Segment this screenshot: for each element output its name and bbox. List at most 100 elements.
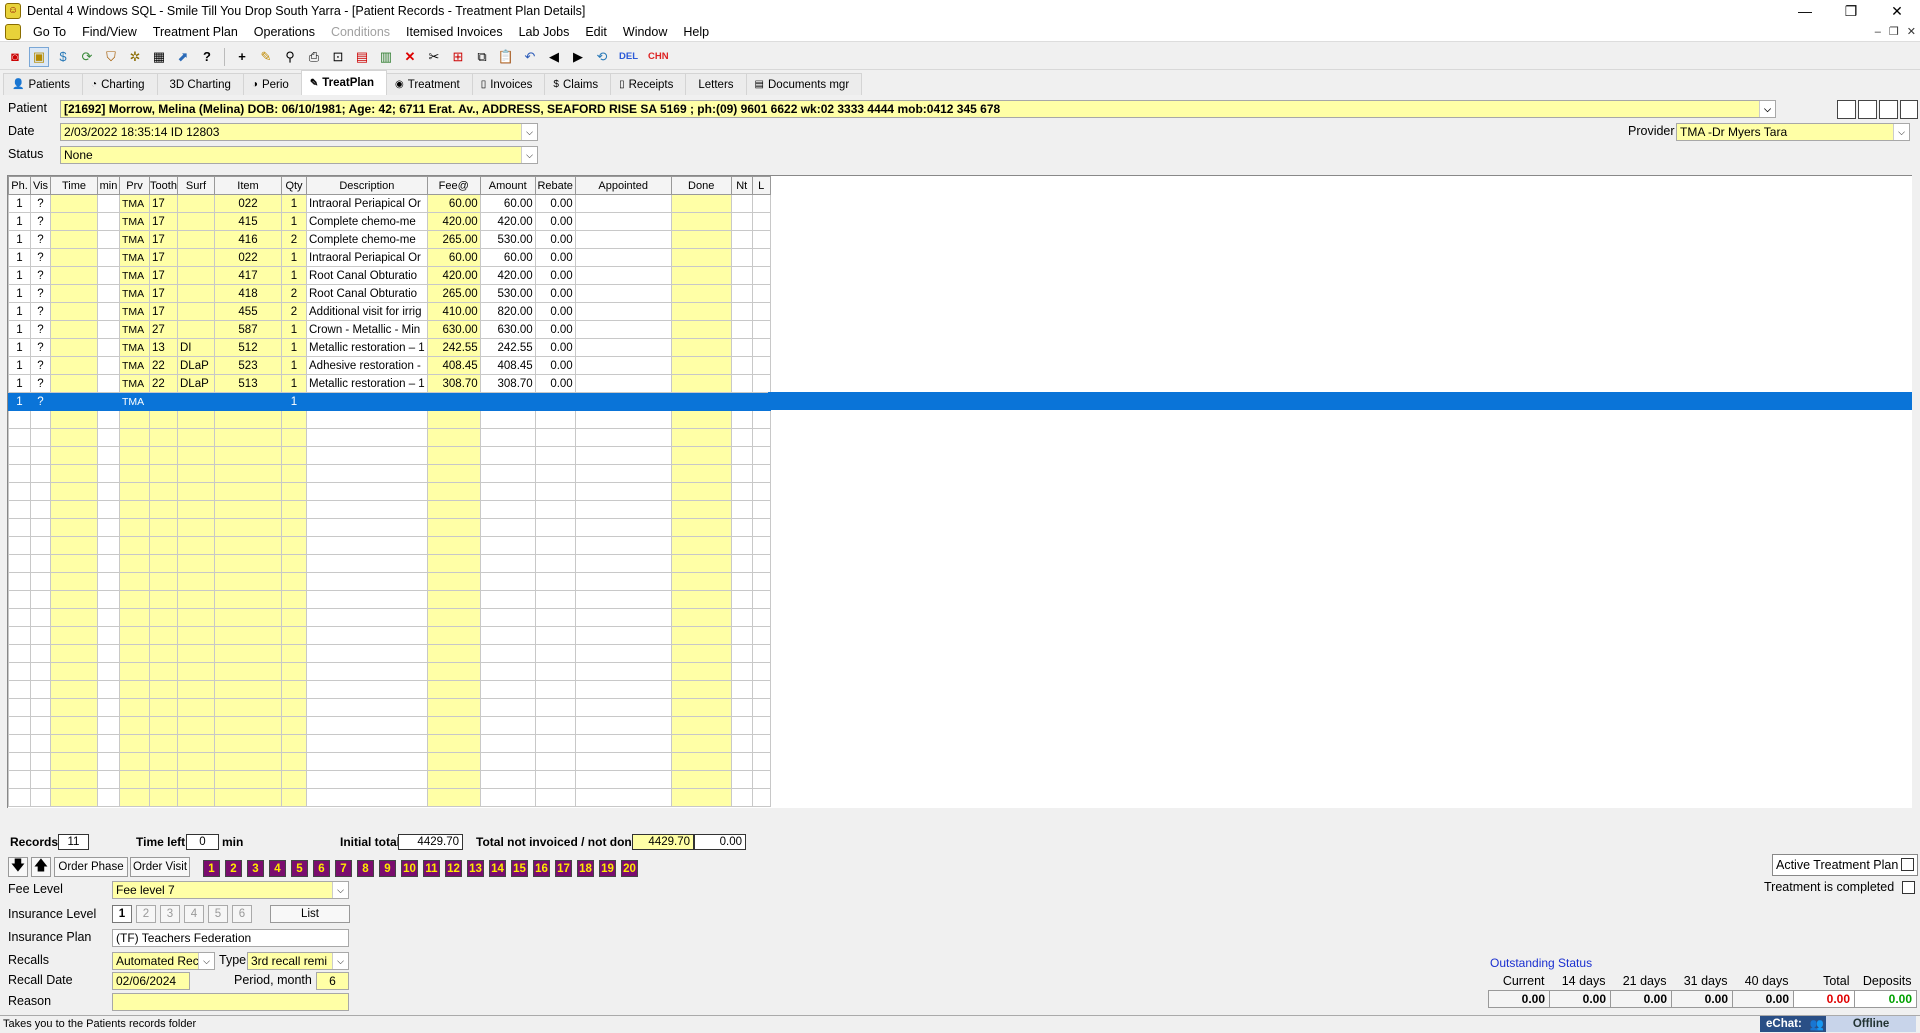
empty-cell[interactable]	[97, 752, 120, 771]
cell-item[interactable]: 523	[214, 356, 282, 375]
reason-field[interactable]	[112, 993, 349, 1011]
cell-time[interactable]	[50, 230, 98, 249]
empty-cell[interactable]	[149, 626, 178, 645]
cell-done[interactable]	[670, 230, 732, 249]
cell-rebate[interactable]: 0.00	[534, 356, 576, 375]
cell-done[interactable]	[670, 194, 732, 213]
gear-icon[interactable]: ✲	[125, 47, 145, 67]
empty-cell[interactable]	[149, 608, 178, 627]
cell-item[interactable]: 513	[214, 374, 282, 393]
empty-cell[interactable]	[30, 554, 51, 573]
empty-cell[interactable]	[426, 536, 481, 555]
empty-cell[interactable]	[534, 464, 576, 483]
exit-icon[interactable]: ◙	[5, 47, 25, 67]
empty-cell[interactable]	[8, 482, 31, 501]
empty-cell[interactable]	[149, 572, 178, 591]
visit-14-button[interactable]: 14	[489, 860, 506, 877]
empty-cell[interactable]	[730, 500, 753, 519]
cell-ph[interactable]: 1	[8, 212, 31, 231]
empty-cell[interactable]	[534, 716, 576, 735]
empty-cell[interactable]	[479, 554, 536, 573]
cell-qty[interactable]: 1	[281, 212, 307, 231]
cell-l[interactable]	[751, 284, 771, 303]
empty-cell[interactable]	[479, 752, 536, 771]
empty-cell[interactable]	[8, 500, 31, 519]
cell-item[interactable]: 022	[214, 248, 282, 267]
view-option-4-button[interactable]	[1900, 100, 1918, 119]
empty-cell[interactable]	[30, 590, 51, 609]
empty-cell[interactable]	[30, 662, 51, 681]
cell-rebate[interactable]	[534, 392, 576, 411]
empty-cell[interactable]	[534, 482, 576, 501]
date-field[interactable]: 2/03/2022 18:35:14 ID 12803 ⌵	[60, 123, 538, 141]
cell-min[interactable]	[97, 212, 120, 231]
empty-cell[interactable]	[50, 464, 98, 483]
empty-cell[interactable]	[534, 770, 576, 789]
empty-cell[interactable]	[281, 734, 307, 753]
empty-cell[interactable]	[479, 734, 536, 753]
empty-cell[interactable]	[670, 482, 732, 501]
fee-level-select[interactable]: Fee level 7 ⌵	[112, 881, 349, 899]
cell-time[interactable]	[50, 266, 98, 285]
empty-row[interactable]	[8, 428, 771, 447]
cell-description[interactable]: Metallic restoration – 1	[306, 374, 428, 393]
chevron-down-icon[interactable]: ⌵	[198, 953, 214, 969]
empty-cell[interactable]	[574, 716, 672, 735]
cell-item[interactable]: 512	[214, 338, 282, 357]
menu-itemised-invoices[interactable]: Itemised Invoices	[398, 25, 511, 39]
chevron-down-icon[interactable]: ⌵	[521, 124, 537, 140]
cell-done[interactable]	[670, 338, 732, 357]
empty-cell[interactable]	[479, 536, 536, 555]
empty-cell[interactable]	[50, 428, 98, 447]
empty-cell[interactable]	[751, 572, 771, 591]
cell-amount[interactable]: 408.45	[479, 356, 536, 375]
empty-cell[interactable]	[30, 482, 51, 501]
empty-cell[interactable]	[281, 680, 307, 699]
empty-cell[interactable]	[574, 590, 672, 609]
empty-cell[interactable]	[751, 698, 771, 717]
empty-cell[interactable]	[97, 572, 120, 591]
empty-cell[interactable]	[214, 572, 282, 591]
table-row[interactable]: 1? TMA 17 455 2 Additional visit for irrig 410…	[8, 302, 771, 321]
empty-cell[interactable]	[534, 410, 576, 429]
empty-cell[interactable]	[214, 608, 282, 627]
empty-cell[interactable]	[479, 626, 536, 645]
visit-1-button[interactable]: 1	[203, 860, 220, 877]
empty-cell[interactable]	[306, 770, 428, 789]
shield-icon[interactable]: ⛉	[101, 47, 121, 67]
cell-qty[interactable]: 1	[281, 356, 307, 375]
empty-row[interactable]	[8, 464, 771, 483]
table-row[interactable]: 1? TMA 17 417 1 Root Canal Obturatio 420.00 420…	[8, 266, 771, 285]
cell-amount[interactable]	[479, 392, 536, 411]
empty-cell[interactable]	[30, 446, 51, 465]
empty-cell[interactable]	[670, 428, 732, 447]
empty-cell[interactable]	[214, 536, 282, 555]
empty-cell[interactable]	[50, 572, 98, 591]
visit-18-button[interactable]: 18	[577, 860, 594, 877]
empty-cell[interactable]	[426, 680, 481, 699]
cell-ph[interactable]: 1	[8, 374, 31, 393]
empty-cell[interactable]	[534, 428, 576, 447]
empty-cell[interactable]	[281, 536, 307, 555]
view-option-2-button[interactable]	[1858, 100, 1877, 119]
menu-help[interactable]: Help	[675, 25, 717, 39]
empty-cell[interactable]	[97, 590, 120, 609]
empty-cell[interactable]	[730, 752, 753, 771]
empty-cell[interactable]	[306, 464, 428, 483]
empty-cell[interactable]	[50, 716, 98, 735]
column-header[interactable]: Vis	[30, 176, 51, 195]
empty-cell[interactable]	[50, 680, 98, 699]
cell-fee[interactable]: 410.00	[426, 302, 481, 321]
delete-icon[interactable]: ✕	[400, 47, 420, 67]
empty-cell[interactable]	[177, 788, 215, 807]
cell-fee[interactable]: 242.55	[426, 338, 481, 357]
empty-cell[interactable]	[177, 680, 215, 699]
empty-row[interactable]	[8, 608, 771, 627]
cell-item[interactable]: 415	[214, 212, 282, 231]
cell-description[interactable]: Complete chemo-me	[306, 212, 428, 231]
column-header[interactable]: Qty	[281, 176, 307, 195]
empty-cell[interactable]	[149, 428, 178, 447]
close-button[interactable]: ✕	[1874, 0, 1920, 22]
empty-row[interactable]	[8, 500, 771, 519]
prev-icon[interactable]: ◀	[544, 47, 564, 67]
